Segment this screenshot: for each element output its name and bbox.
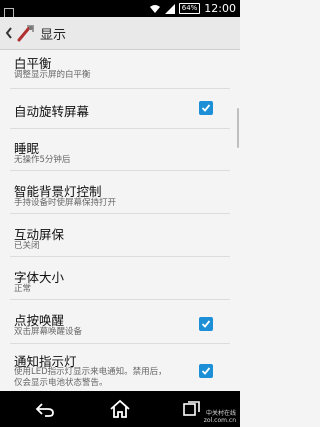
checkmark-icon [201, 367, 211, 375]
watermark-line1: 中关村在线 [205, 410, 236, 417]
setting-sleep[interactable]: 睡眠 无操作5分钟后 [0, 129, 240, 169]
setting-summary: 无操作5分钟后 [14, 155, 71, 165]
checkmark-icon [201, 104, 211, 112]
back-chevron-icon[interactable] [2, 17, 16, 49]
signal-icon [164, 3, 175, 14]
setting-summary-line2: 仅会显示电池状态警告。 [14, 378, 108, 388]
tap-to-wake-checkbox[interactable] [199, 317, 213, 331]
setting-summary-line1: 使用LED指示灯显示来电通知。禁用后， [14, 367, 167, 377]
notification-light-checkbox[interactable] [199, 364, 213, 378]
page-title: 显示 [40, 27, 67, 43]
watermark-line2: zol.com.cn [203, 417, 236, 424]
auto-rotate-checkbox[interactable] [199, 101, 213, 115]
setting-title: 自动旋转屏幕 [14, 104, 90, 119]
setting-notification-light[interactable]: 通知指示灯 使用LED指示灯显示来电通知。禁用后， 仅会显示电池状态警告。 [0, 344, 240, 391]
setting-font-size[interactable]: 字体大小 正常 [0, 257, 240, 297]
battery-icon: 64% [178, 3, 201, 14]
checkmark-icon [201, 320, 211, 328]
scrollbar[interactable] [237, 108, 239, 148]
setting-summary: 双击屏幕唤醒设备 [14, 327, 83, 337]
nav-back-icon[interactable] [33, 397, 57, 421]
display-settings-icon[interactable] [16, 23, 36, 43]
setting-summary: 正常 [14, 284, 32, 294]
watermark: 中关村在线 zol.com.cn [204, 410, 236, 424]
action-bar: 显示 [0, 17, 240, 50]
status-icons: 64% 12:00 [149, 1, 236, 16]
nav-home-icon[interactable] [108, 397, 132, 421]
setting-daydream[interactable]: 互动屏保 已关闭 [0, 214, 240, 254]
setting-summary: 已关闭 [14, 241, 40, 251]
settings-list: 白平衡 调整显示屏的白平衡 自动旋转屏幕 睡眠 无操作5分钟后 智能背景灯控制 … [0, 50, 240, 391]
clock: 12:00 [204, 2, 236, 15]
setting-white-balance[interactable]: 白平衡 调整显示屏的白平衡 [0, 50, 240, 87]
nav-recents-icon[interactable] [180, 397, 204, 421]
status-bar: 64% 12:00 [0, 0, 240, 18]
setting-summary: 调整显示屏的白平衡 [14, 70, 91, 80]
navigation-bar: 中关村在线 zol.com.cn [0, 391, 240, 427]
setting-tap-to-wake[interactable]: 点按唤醒 双击屏幕唤醒设备 [0, 300, 240, 340]
setting-summary: 手持设备时使屏幕保持打开 [14, 198, 117, 208]
wifi-icon [149, 4, 160, 13]
setting-smart-backlight[interactable]: 智能背景灯控制 手持设备时使屏幕保持打开 [0, 171, 240, 211]
setting-auto-rotate[interactable]: 自动旋转屏幕 [0, 89, 240, 127]
